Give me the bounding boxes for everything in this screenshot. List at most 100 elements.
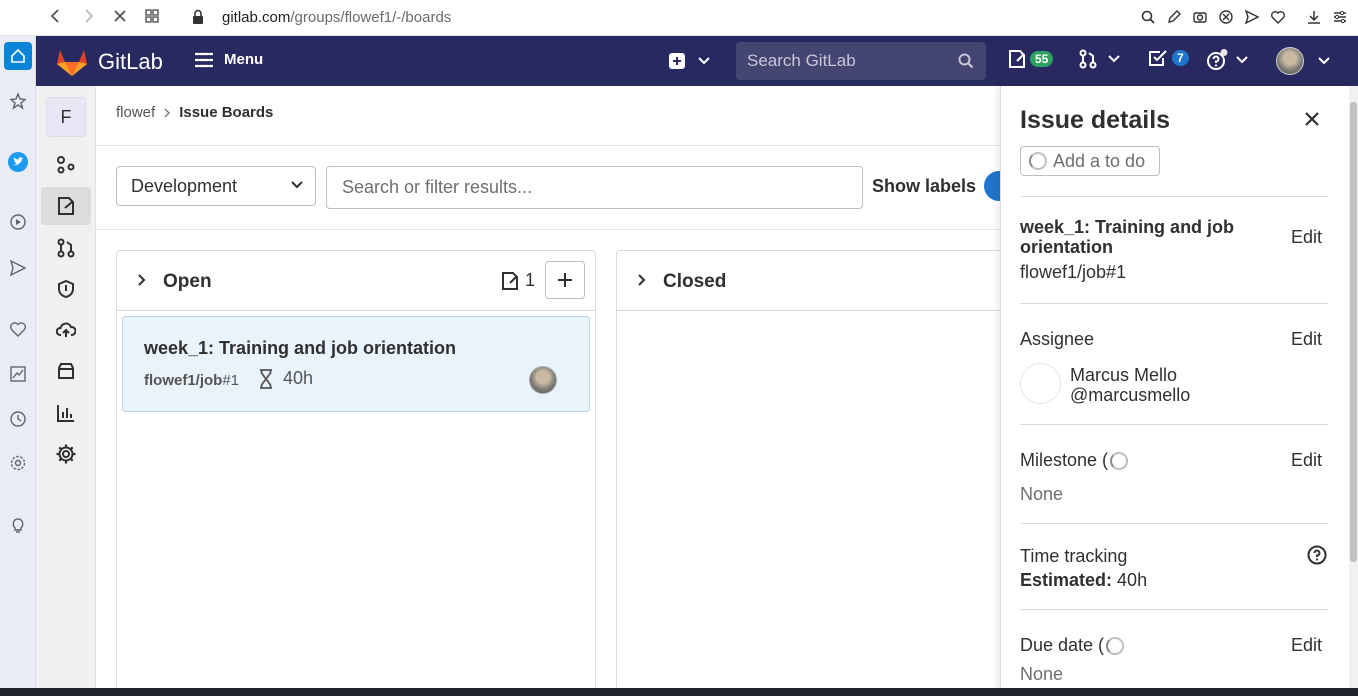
hourglass-icon [260,368,272,389]
breadcrumb-group-link[interactable]: flowef [116,104,155,121]
heart-icon[interactable] [1268,1,1288,33]
sidebar-item-merge-requests[interactable] [41,229,91,267]
send-flow-icon[interactable] [4,254,32,282]
send-icon[interactable] [1242,1,1262,33]
due-date-value: None [1020,664,1064,684]
section-divider [1020,196,1328,197]
history-icon[interactable] [4,405,32,433]
shield-icon [58,279,74,299]
merge-requests-dropdown[interactable] [1078,49,1120,69]
filter-search-input[interactable]: Search or filter results... [326,166,863,209]
issue-ref-number: #1 [222,372,240,389]
question-circle-icon[interactable] [1307,545,1327,565]
issues-link[interactable]: 55 [1008,49,1054,69]
sidebar-item-analytics[interactable] [41,394,91,432]
time-estimate-value: 40h [283,368,314,388]
address-bar[interactable]: gitlab.com/groups/flowef1/-/boards [222,0,451,34]
sidebar-item-settings[interactable] [41,435,91,473]
loading-spinner-icon [1110,451,1129,470]
browser-sidebar [0,36,36,696]
bookmarks-icon[interactable] [4,87,32,115]
edit-title-button[interactable]: Edit [1291,227,1322,248]
lock-icon [192,9,204,25]
breadcrumb-current[interactable]: Issue Boards [179,104,273,121]
board-list-closed: Closed [616,250,1016,696]
section-divider [1020,523,1328,524]
assignee-info[interactable]: Marcus Mello @marcusmello [1070,365,1190,405]
due-date-label-text: Due date ( [1020,635,1105,655]
group-initial: F [60,106,72,127]
assignee-name: Marcus Mello [1070,365,1178,385]
easy-setup-icon[interactable] [1330,1,1350,33]
url-path: /groups/flowef1/-/boards [290,8,452,26]
favorites-heart-icon[interactable] [4,315,32,343]
forward-icon[interactable] [72,0,104,32]
camera-icon[interactable] [1190,1,1210,33]
settings-icon[interactable] [4,449,32,477]
sidebar-item-packages[interactable] [41,352,91,390]
chevron-down-icon [1236,56,1248,64]
sidebar-item-deployments[interactable] [41,311,91,349]
time-estimated: Estimated: 40h [1020,570,1147,591]
browser-actions [1138,0,1350,34]
milestone-label-text: Milestone ( [1020,450,1109,470]
sidebar-item-security[interactable] [41,270,91,308]
user-menu[interactable] [1276,47,1330,75]
issues-icon [58,197,74,215]
issue-card-title[interactable]: week_1: Training and job orientation [144,338,456,359]
list-header: Open 1 [117,251,595,311]
estimated-label: Estimated: [1020,570,1113,590]
new-dropdown-button[interactable] [668,52,710,70]
chart-icon [57,405,74,422]
tips-bulb-icon[interactable] [4,511,32,539]
gear-icon [56,444,76,464]
new-issue-button[interactable] [545,261,585,299]
loading-spinner-icon [1106,636,1125,655]
assignee-avatar[interactable] [529,366,557,394]
back-icon[interactable] [40,0,72,32]
player-icon[interactable] [4,208,32,236]
help-dropdown[interactable] [1206,49,1248,71]
stats-icon[interactable] [4,360,32,388]
list-title: Closed [663,271,727,292]
show-labels-label: Show labels [872,176,977,196]
edit-snap-icon[interactable] [1164,1,1184,33]
sidebar-item-issues[interactable] [41,187,91,225]
stop-loading-icon[interactable] [104,0,136,32]
merge-request-icon [1079,49,1097,69]
issues-icon [1009,50,1025,68]
group-overview-icon [57,156,75,174]
sidebar-item-group-overview[interactable] [41,146,91,184]
board-switcher-dropdown[interactable]: Development [116,166,316,206]
block-icon[interactable] [1216,1,1236,33]
tabs-grid-icon[interactable] [136,0,168,32]
chevron-right-icon[interactable] [637,273,647,287]
milestone-label: Milestone ( [1020,450,1129,471]
issue-card[interactable]: week_1: Training and job orientation flo… [122,316,590,412]
issue-reference: flowef1/job#1 [1020,262,1127,282]
drawer-title: Issue details [1020,106,1171,134]
section-divider [1020,303,1328,304]
add-todo-button[interactable]: Add a to do [1020,146,1160,176]
edit-due-date-button[interactable]: Edit [1291,635,1322,656]
download-icon[interactable] [1304,1,1324,33]
home-icon[interactable] [4,42,32,70]
edit-assignee-button[interactable]: Edit [1291,329,1322,350]
toolbar-divider [96,229,1000,230]
twitter-icon[interactable] [4,148,32,176]
todos-link[interactable]: 7 [1148,49,1189,67]
cloud-upload-icon [56,322,76,337]
top-navbar: GitLab Menu Search GitLab 55 7 [36,36,1358,86]
gitlab-logo[interactable]: GitLab [56,47,163,77]
edit-milestone-button[interactable]: Edit [1291,450,1322,471]
plus-square-icon [669,53,685,69]
search-gitlab-input[interactable]: Search GitLab [736,42,986,80]
assignee-avatar[interactable] [1020,363,1061,404]
due-date-label: Due date ( [1020,635,1125,656]
search-page-icon[interactable] [1138,1,1158,33]
group-avatar[interactable]: F [46,97,86,137]
drawer-scrollbar-thumb[interactable] [1350,102,1357,562]
close-icon[interactable] [1304,111,1320,127]
chevron-right-icon[interactable] [137,273,147,287]
menu-button[interactable]: Menu [194,51,263,68]
